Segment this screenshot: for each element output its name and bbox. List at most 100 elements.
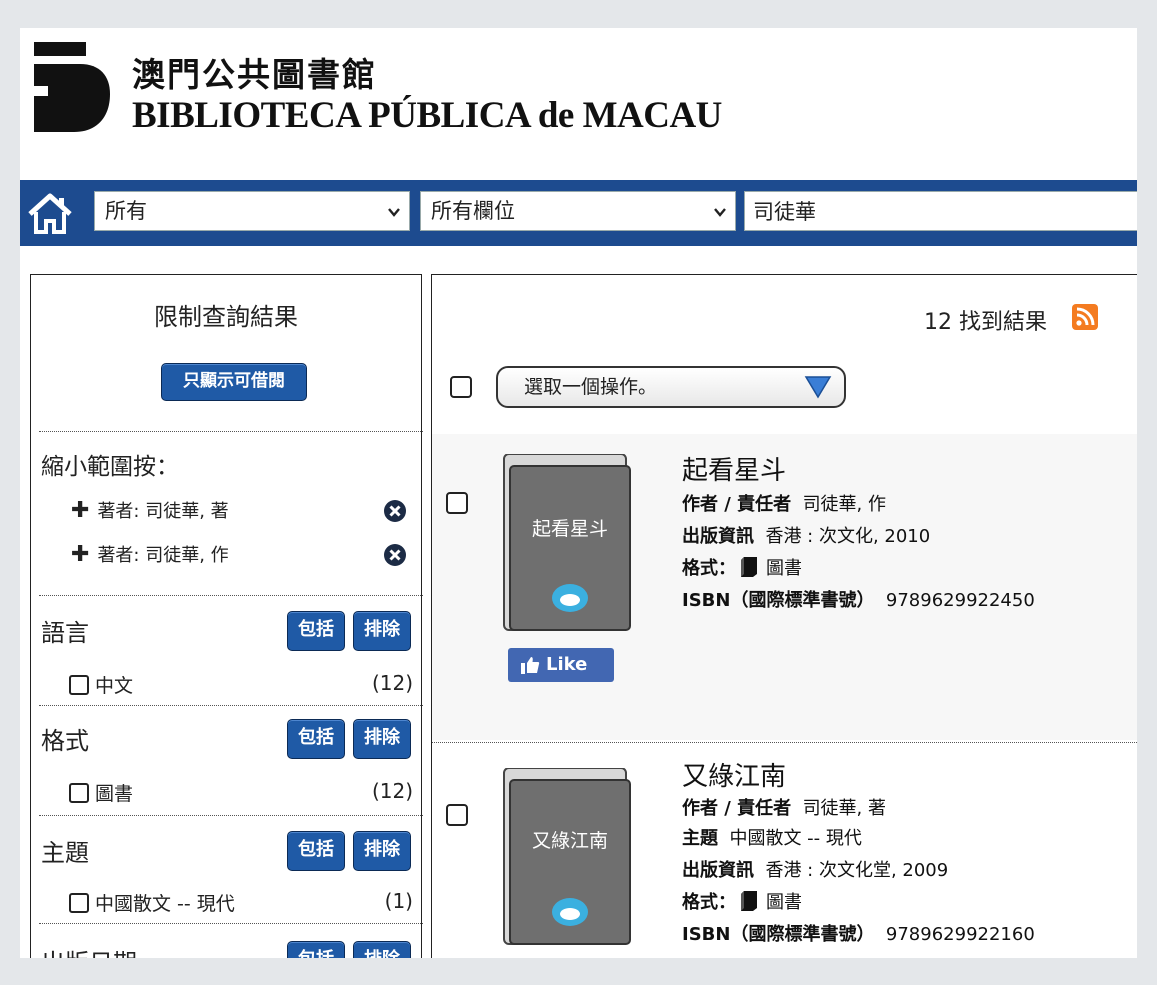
library-title-portuguese: BIBLIOTECA PÚBLICA de MACAU [132, 95, 722, 136]
applied-filter: ✚ 著者: 司徒華, 著 [71, 497, 229, 523]
pub-label: 出版資訊 [682, 860, 754, 881]
facet-item[interactable]: 中文 [69, 671, 133, 698]
book-icon [741, 891, 757, 911]
isbn-label: ISBN（國際標準書號） [682, 924, 875, 945]
result-title[interactable]: 又綠江南 [682, 756, 786, 793]
home-icon[interactable] [26, 192, 74, 236]
result-isbn: ISBN（國際標準書號） 9789629922450 [682, 586, 1035, 612]
refine-sidebar: 限制查詢結果 只顯示可借閱 縮小範圍按： ✚ 著者: 司徒華, 著 ✚ 著者: 司徒… [30, 274, 423, 958]
book-icon [741, 557, 757, 577]
result-checkbox[interactable] [446, 492, 468, 514]
result-author: 作者 / 責任者 司徒華, 作 [682, 490, 886, 516]
facet-title-language: 語言 [41, 619, 89, 647]
show-available-button[interactable]: 只顯示可借閱 [161, 363, 307, 401]
narrow-by-label: 縮小範圍按： [41, 454, 179, 480]
plus-icon[interactable]: ✚ [71, 542, 89, 567]
result-item: 起看星斗 Like 起看星斗 作者 / 責任者 司徒華, 作 出版資訊 香港 :… [432, 434, 1137, 740]
include-button[interactable]: 包括 [287, 611, 345, 651]
format-value: 圖書 [766, 892, 802, 913]
facet-count: (12) [371, 779, 413, 803]
divider [39, 705, 423, 706]
facet-count: (12) [371, 671, 413, 695]
search-input[interactable] [744, 191, 1137, 231]
divider [39, 815, 423, 816]
exclude-button[interactable]: 排除 [353, 831, 411, 871]
result-format: 格式： 圖書 [682, 888, 802, 914]
divider [39, 431, 423, 432]
pub-value: 香港 : 次文化, 2010 [765, 526, 931, 547]
cover-title: 起看星斗 [531, 518, 608, 540]
field-select-value: 所有欄位 [431, 199, 515, 223]
format-value: 圖書 [766, 558, 802, 579]
result-item: 又綠江南 Like 又綠江南 作者 / 責任者 司徒華, 著 主題 中國散文 -… [432, 744, 1137, 958]
chevron-down-icon [714, 208, 726, 217]
remove-filter-icon[interactable] [383, 499, 407, 523]
isbn-value: 9789629922160 [885, 924, 1035, 945]
pub-label: 出版資訊 [682, 526, 754, 547]
subject-label: 主題 [682, 828, 718, 849]
include-button[interactable]: 包括 [287, 941, 345, 958]
facet-title-format: 格式 [41, 727, 89, 755]
cover-title: 又綠江南 [531, 830, 608, 852]
result-title[interactable]: 起看星斗 [682, 450, 786, 487]
divider [39, 595, 423, 596]
result-publication: 出版資訊 香港 : 次文化, 2010 [682, 522, 930, 548]
exclude-button[interactable]: 排除 [353, 719, 411, 759]
book-cover[interactable] [498, 454, 632, 632]
include-button[interactable]: 包括 [287, 719, 345, 759]
results-count: 12 找到結果 [924, 310, 1047, 335]
author-value[interactable]: 司徒華, 著 [803, 798, 886, 819]
triangle-down-icon [804, 376, 832, 399]
remove-filter-icon[interactable] [383, 543, 407, 567]
facet-item-label: 中文 [95, 675, 134, 697]
action-dropdown[interactable]: 選取一個操作。 [496, 366, 846, 408]
page-frame: 澳門公共圖書館 BIBLIOTECA PÚBLICA de MACAU 所有 所… [20, 28, 1137, 958]
scope-select-value: 所有 [105, 199, 147, 223]
result-format: 格式： 圖書 [682, 554, 802, 580]
applied-filter-label: 著者: 司徒華, 著 [97, 501, 229, 522]
like-label: Like [546, 654, 588, 675]
facet-checkbox[interactable] [69, 783, 89, 803]
facet-title-subject: 主題 [41, 839, 89, 867]
author-value[interactable]: 司徒華, 作 [803, 494, 886, 515]
include-button[interactable]: 包括 [287, 831, 345, 871]
library-title-chinese: 澳門公共圖書館 [132, 55, 377, 94]
exclude-button[interactable]: 排除 [353, 611, 411, 651]
facet-item[interactable]: 圖書 [69, 779, 133, 806]
result-publication: 出版資訊 香港 : 次文化堂, 2009 [682, 856, 948, 882]
results-top-border [431, 274, 1137, 275]
plus-icon[interactable]: ✚ [71, 498, 89, 523]
action-dropdown-placeholder: 選取一個操作。 [524, 376, 658, 398]
sidebar-title: 限制查詢結果 [154, 303, 298, 331]
facet-title-pubdate: 出版日期 [41, 943, 137, 958]
facet-item-label: 圖書 [95, 783, 134, 805]
isbn-value: 9789629922450 [885, 590, 1035, 611]
thumbs-up-icon [521, 657, 540, 674]
like-button[interactable]: Like [508, 648, 614, 682]
facet-checkbox[interactable] [69, 675, 89, 695]
library-logo [34, 42, 110, 132]
isbn-label: ISBN（國際標準書號） [682, 590, 875, 611]
format-label: 格式： [682, 558, 736, 579]
select-all-checkbox[interactable] [450, 376, 472, 398]
applied-filter: ✚ 著者: 司徒華, 作 [71, 541, 229, 567]
subject-value[interactable]: 中國散文 -- 現代 [729, 828, 861, 849]
result-divider [432, 742, 1137, 743]
facet-item[interactable]: 中國散文 -- 現代 [69, 889, 235, 916]
result-checkbox[interactable] [446, 804, 468, 826]
result-isbn: ISBN（國際標準書號） 9789629922160 [682, 920, 1035, 946]
author-label: 作者 / 責任者 [682, 494, 792, 515]
author-label: 作者 / 責任者 [682, 798, 792, 819]
pub-value: 香港 : 次文化堂, 2009 [765, 860, 949, 881]
book-cover[interactable] [498, 768, 632, 946]
rss-icon[interactable] [1072, 304, 1098, 330]
result-author: 作者 / 責任者 司徒華, 著 [682, 794, 886, 820]
exclude-button[interactable]: 排除 [353, 941, 411, 958]
field-select[interactable]: 所有欄位 [420, 191, 736, 231]
search-bar: 所有 所有欄位 [20, 180, 1137, 246]
facet-checkbox[interactable] [69, 893, 89, 913]
format-label: 格式： [682, 892, 736, 913]
facet-item-label: 中國散文 -- 現代 [95, 893, 235, 915]
scope-select[interactable]: 所有 [94, 191, 410, 231]
result-subject: 主題 中國散文 -- 現代 [682, 824, 862, 850]
